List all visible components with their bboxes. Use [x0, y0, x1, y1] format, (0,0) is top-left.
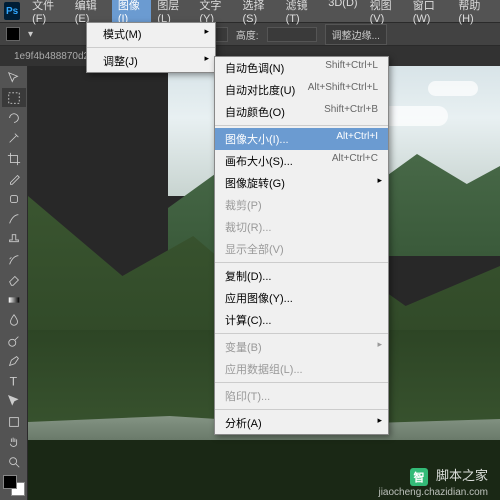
submenu-item: 陷印(T)... [215, 385, 388, 407]
color-swatches[interactable] [3, 475, 25, 496]
shape-tool[interactable] [2, 412, 26, 431]
submenu-item: 应用数据组(L)... [215, 358, 388, 380]
marquee-tool[interactable] [2, 88, 26, 107]
hand-tool[interactable] [2, 432, 26, 451]
watermark-url: jiaocheng.chazidian.com [378, 487, 488, 498]
submenu-item[interactable]: 自动颜色(O)Shift+Ctrl+B [215, 101, 388, 123]
menu-10[interactable]: 帮助(H) [452, 0, 496, 27]
type-tool[interactable]: T [2, 372, 26, 391]
refine-edge-button[interactable]: 调整边缘... [325, 24, 387, 45]
arrow-icon: ▾ [28, 29, 33, 40]
watermark-logo: 智 [410, 468, 428, 486]
menu-0[interactable]: 文件(F) [26, 0, 69, 27]
healing-tool[interactable] [2, 189, 26, 208]
gradient-tool[interactable] [2, 291, 26, 310]
menu-bar: Ps 文件(F)编辑(E)图像(I)图层(L)文字(Y)选择(S)滤镜(T)3D… [0, 0, 500, 22]
dodge-tool[interactable] [2, 331, 26, 350]
submenu-item[interactable]: 计算(C)... [215, 309, 388, 331]
submenu-item: 裁切(R)... [215, 216, 388, 238]
submenu-item[interactable]: 应用图像(Y)... [215, 287, 388, 309]
image-menu-dropdown: 模式(M) 调整(J) [86, 22, 216, 73]
submenu-item: 显示全部(V) [215, 238, 388, 260]
crop-tool[interactable] [2, 149, 26, 168]
path-tool[interactable] [2, 392, 26, 411]
height-input[interactable] [267, 27, 317, 42]
height-label: 高度: [236, 27, 259, 42]
pen-tool[interactable] [2, 351, 26, 370]
brush-tool[interactable] [2, 210, 26, 229]
submenu-item: 变量(B) [215, 336, 388, 358]
submenu-item[interactable]: 图像大小(I)...Alt+Ctrl+I [215, 128, 388, 150]
history-brush-tool[interactable] [2, 250, 26, 269]
dropdown-item[interactable]: 模式(M) [87, 23, 215, 45]
submenu-item[interactable]: 分析(A) [215, 412, 388, 434]
submenu-item[interactable]: 画布大小(S)...Alt+Ctrl+C [215, 150, 388, 172]
submenu-item[interactable]: 复制(D)... [215, 265, 388, 287]
tools-panel: T [0, 66, 28, 500]
submenu-item[interactable]: 自动对比度(U)Alt+Shift+Ctrl+L [215, 79, 388, 101]
wand-tool[interactable] [2, 129, 26, 148]
submenu-item: 裁剪(P) [215, 194, 388, 216]
eyedropper-tool[interactable] [2, 169, 26, 188]
submenu-item[interactable]: 图像旋转(G) [215, 172, 388, 194]
stamp-tool[interactable] [2, 230, 26, 249]
menu-6[interactable]: 滤镜(T) [280, 0, 323, 27]
eraser-tool[interactable] [2, 270, 26, 289]
submenu-item[interactable]: 自动色调(N)Shift+Ctrl+L [215, 57, 388, 79]
lasso-tool[interactable] [2, 108, 26, 127]
watermark-text: 脚本之家 [436, 465, 488, 484]
move-tool[interactable] [2, 68, 26, 87]
image-submenu: 自动色调(N)Shift+Ctrl+L自动对比度(U)Alt+Shift+Ctr… [214, 56, 389, 435]
tool-preset-swatch[interactable] [6, 27, 20, 41]
menu-5[interactable]: 选择(S) [237, 0, 280, 27]
menu-9[interactable]: 窗口(W) [407, 0, 453, 27]
dropdown-item[interactable]: 调整(J) [87, 50, 215, 72]
blur-tool[interactable] [2, 311, 26, 330]
svg-text:T: T [10, 375, 18, 389]
zoom-tool[interactable] [2, 452, 26, 471]
app-logo: Ps [4, 2, 20, 20]
